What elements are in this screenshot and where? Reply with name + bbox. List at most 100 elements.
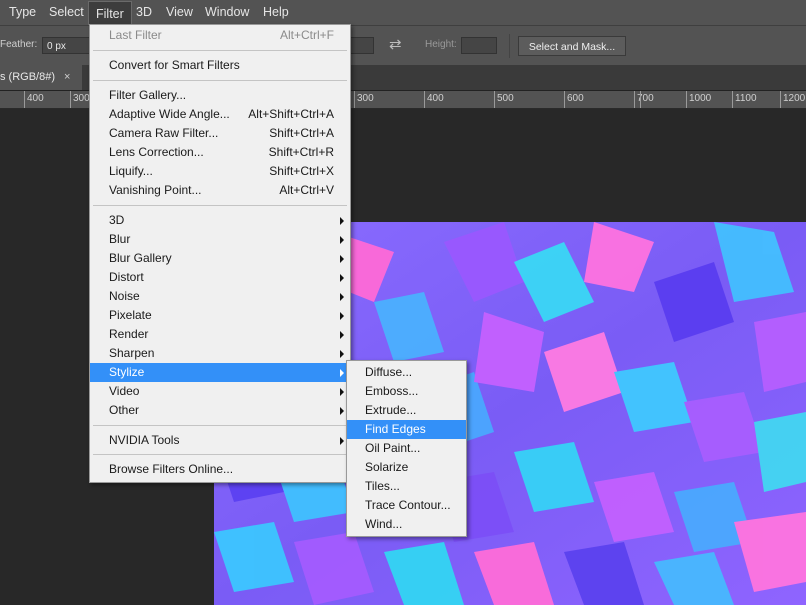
menu-bar: Type Select Filter 3D View Window Help (0, 0, 806, 26)
feather-label: Feather: (0, 39, 38, 50)
ruler-tick (494, 91, 495, 108)
ruler-tick (634, 91, 635, 108)
menu-item-label: Liquify... (109, 164, 153, 178)
submenu-arrow-icon (340, 388, 344, 396)
menu-item-render[interactable]: Render (90, 325, 350, 344)
menu-item-vanishing-point[interactable]: Vanishing Point... Alt+Ctrl+V (90, 181, 350, 200)
menu-item-label: Last Filter (109, 28, 162, 42)
menu-item-shortcut: Shift+Ctrl+X (269, 164, 334, 178)
menu-item-camera-raw[interactable]: Camera Raw Filter... Shift+Ctrl+A (90, 124, 350, 143)
menu-item-label: Adaptive Wide Angle... (109, 107, 230, 121)
menu-filter[interactable]: Filter (88, 1, 132, 26)
menu-item-label: 3D (109, 213, 125, 227)
submenu-item-wind[interactable]: Wind... (347, 515, 466, 534)
submenu-arrow-icon (340, 331, 344, 339)
ruler-tick (780, 91, 781, 108)
menu-separator (93, 425, 347, 426)
submenu-arrow-icon (340, 312, 344, 320)
menu-separator (93, 454, 347, 455)
menu-item-label: Wind... (365, 517, 403, 531)
ruler-label: 600 (567, 93, 584, 104)
menu-separator (93, 205, 347, 206)
submenu-item-trace-contour[interactable]: Trace Contour... (347, 496, 466, 515)
submenu-item-tiles[interactable]: Tiles... (347, 477, 466, 496)
height-input[interactable] (461, 37, 497, 54)
menu-item-label: Tiles... (365, 479, 400, 493)
select-and-mask-button[interactable]: Select and Mask... (518, 36, 626, 56)
menu-item-label: Blur Gallery (109, 251, 172, 265)
submenu-arrow-icon (340, 407, 344, 415)
menu-item-label: Camera Raw Filter... (109, 126, 219, 140)
submenu-arrow-icon (340, 369, 344, 377)
menu-item-blur-gallery[interactable]: Blur Gallery (90, 249, 350, 268)
menu-item-shortcut: Alt+Shift+Ctrl+A (248, 107, 334, 121)
menu-item-filter-gallery[interactable]: Filter Gallery... (90, 86, 350, 105)
menu-item-convert-smart-filters[interactable]: Convert for Smart Filters (90, 56, 350, 75)
ruler-tick (424, 91, 425, 108)
menu-item-video[interactable]: Video (90, 382, 350, 401)
menu-item-adaptive-wide-angle[interactable]: Adaptive Wide Angle... Alt+Shift+Ctrl+A (90, 105, 350, 124)
feather-input[interactable]: 0 px (42, 37, 92, 54)
height-label: Height: (425, 39, 457, 50)
menu-item-stylize[interactable]: Stylize (90, 363, 350, 382)
menu-item-last-filter[interactable]: Last Filter Alt+Ctrl+F (90, 26, 350, 45)
menu-item-distort[interactable]: Distort (90, 268, 350, 287)
submenu-item-diffuse[interactable]: Diffuse... (347, 363, 466, 382)
ruler-tick (732, 91, 733, 108)
menu-item-shortcut: Shift+Ctrl+R (268, 145, 334, 159)
ruler-tick (354, 91, 355, 108)
menu-separator (93, 80, 347, 81)
submenu-arrow-icon (340, 217, 344, 225)
menu-window[interactable]: Window (198, 0, 256, 25)
menu-item-label: Video (109, 384, 140, 398)
menu-item-3d[interactable]: 3D (90, 211, 350, 230)
ruler-tick (564, 91, 565, 108)
submenu-arrow-icon (340, 255, 344, 263)
ruler-tick (640, 91, 641, 108)
menu-item-pixelate[interactable]: Pixelate (90, 306, 350, 325)
menu-item-label: Other (109, 403, 140, 417)
submenu-item-find-edges[interactable]: Find Edges (347, 420, 466, 439)
options-divider (509, 34, 510, 58)
menu-item-label: Vanishing Point... (109, 183, 202, 197)
menu-item-label: Oil Paint... (365, 441, 421, 455)
submenu-item-extrude[interactable]: Extrude... (347, 401, 466, 420)
menu-item-label: Convert for Smart Filters (109, 58, 240, 72)
document-tab[interactable]: s (RGB/8#) × (0, 65, 82, 90)
menu-view[interactable]: View (159, 0, 200, 25)
menu-item-label: Solarize (365, 460, 409, 474)
width-input[interactable] (350, 37, 374, 54)
menu-3d[interactable]: 3D (129, 0, 159, 25)
menu-separator (93, 50, 347, 51)
close-icon[interactable]: × (64, 65, 70, 90)
ruler-tick (70, 91, 71, 108)
menu-item-label: Noise (109, 289, 140, 303)
menu-item-noise[interactable]: Noise (90, 287, 350, 306)
menu-item-sharpen[interactable]: Sharpen (90, 344, 350, 363)
menu-item-label: Find Edges (365, 422, 426, 436)
submenu-arrow-icon (340, 437, 344, 445)
menu-help[interactable]: Help (256, 0, 296, 25)
ruler-label: 300 (73, 93, 90, 104)
menu-item-label: Emboss... (365, 384, 419, 398)
submenu-item-oil-paint[interactable]: Oil Paint... (347, 439, 466, 458)
submenu-item-solarize[interactable]: Solarize (347, 458, 466, 477)
menu-item-lens-correction[interactable]: Lens Correction... Shift+Ctrl+R (90, 143, 350, 162)
menu-select[interactable]: Select (42, 0, 91, 25)
ruler-label: 1200 (783, 93, 806, 104)
submenu-arrow-icon (340, 236, 344, 244)
menu-item-other[interactable]: Other (90, 401, 350, 420)
submenu-item-emboss[interactable]: Emboss... (347, 382, 466, 401)
menu-item-label: NVIDIA Tools (109, 433, 180, 447)
menu-item-browse-filters-online[interactable]: Browse Filters Online... (90, 460, 350, 479)
ruler-tick (24, 91, 25, 108)
menu-item-shortcut: Alt+Ctrl+V (279, 183, 334, 197)
menu-item-nvidia-tools[interactable]: NVIDIA Tools (90, 431, 350, 450)
menu-item-blur[interactable]: Blur (90, 230, 350, 249)
menu-type[interactable]: Type (2, 0, 43, 25)
menu-item-label: Lens Correction... (109, 145, 204, 159)
swap-arrows-icon[interactable]: ⇄ (389, 35, 402, 53)
menu-item-label: Diffuse... (365, 365, 413, 379)
menu-item-liquify[interactable]: Liquify... Shift+Ctrl+X (90, 162, 350, 181)
submenu-arrow-icon (340, 274, 344, 282)
